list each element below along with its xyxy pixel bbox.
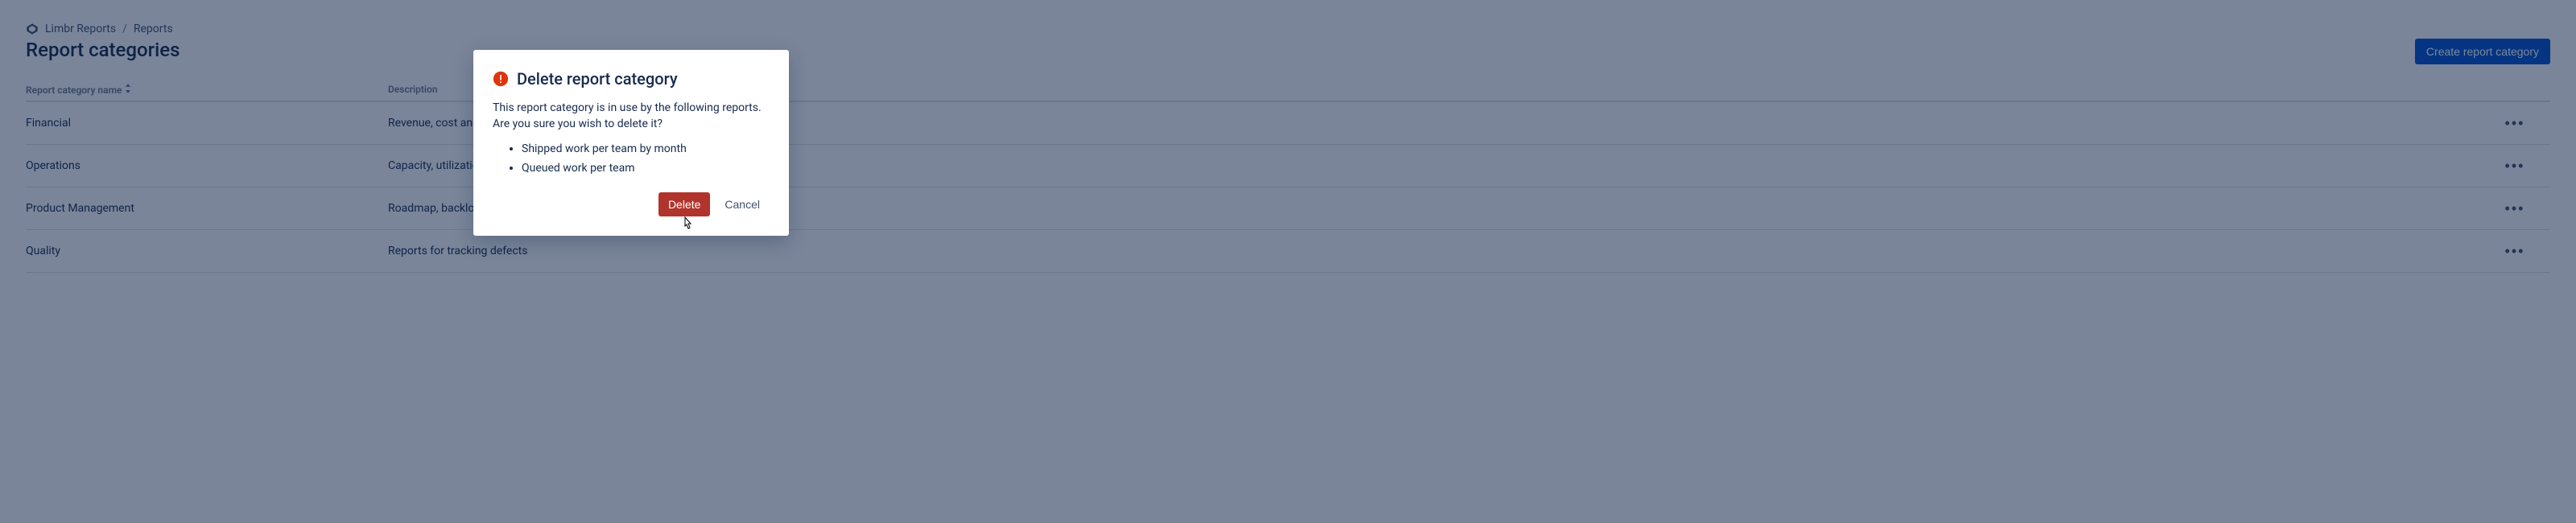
delete-button[interactable]: Delete xyxy=(658,192,710,216)
modal-list: Shipped work per team by month Queued wo… xyxy=(493,141,770,177)
modal-body: This report category is in use by the fo… xyxy=(493,100,770,176)
modal-footer: Delete Cancel xyxy=(493,192,770,216)
modal-list-item: Shipped work per team by month xyxy=(522,141,770,157)
delete-category-modal: Delete report category This report categ… xyxy=(473,50,789,236)
modal-header: Delete report category xyxy=(493,69,770,89)
modal-overlay[interactable] xyxy=(0,0,2576,523)
warning-icon xyxy=(493,71,509,87)
modal-list-item: Queued work per team xyxy=(522,160,770,176)
modal-body-text: This report category is in use by the fo… xyxy=(493,100,770,133)
cancel-button[interactable]: Cancel xyxy=(715,192,770,216)
modal-title: Delete report category xyxy=(517,69,678,89)
